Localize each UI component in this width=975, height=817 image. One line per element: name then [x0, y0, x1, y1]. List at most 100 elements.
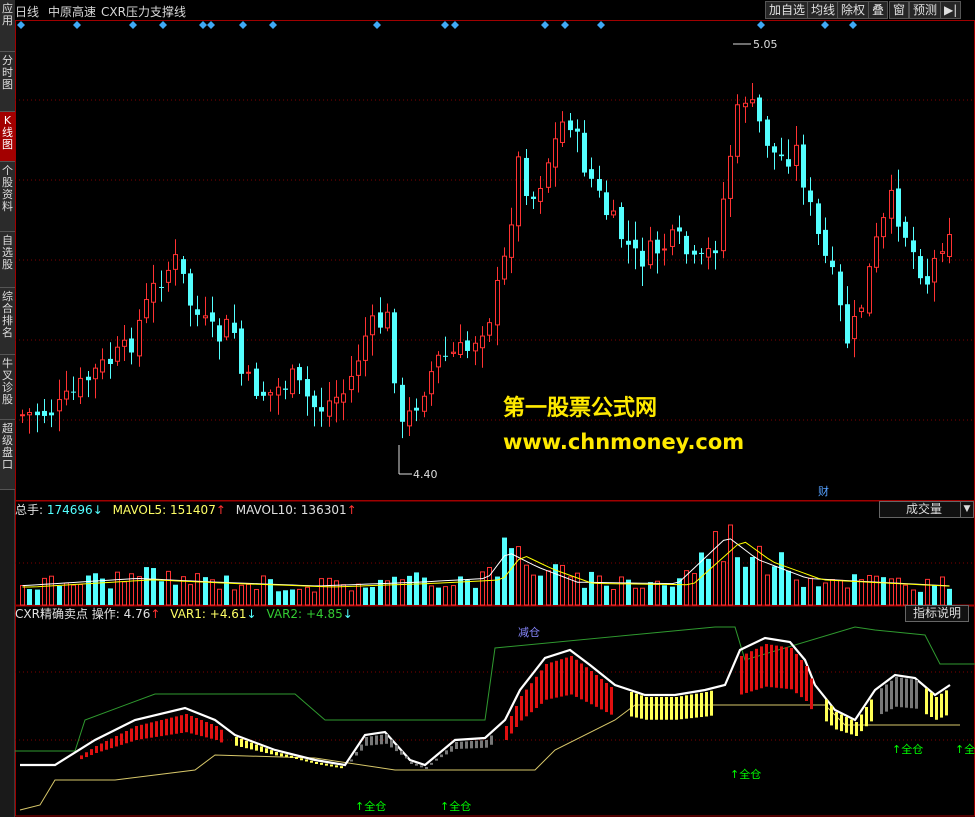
indicator-histogram-bar [330, 764, 333, 767]
indicator-histogram-bar [835, 712, 838, 730]
volume-bar [713, 531, 718, 606]
alert-button[interactable]: 预测 [909, 1, 942, 19]
volume-bar [859, 579, 864, 606]
info-mine-icon[interactable] [17, 21, 25, 29]
side-tab-6[interactable]: 牛叉诊股 [0, 355, 15, 420]
side-tab-3[interactable]: 个股资料 [0, 162, 15, 232]
info-mine-icon[interactable] [129, 21, 137, 29]
volume-bar [429, 585, 434, 606]
info-mine-icon[interactable] [541, 21, 549, 29]
info-mine-icon[interactable] [239, 21, 247, 29]
ma-lines-button[interactable]: 均线 [807, 1, 840, 19]
indicator-histogram-bar [940, 693, 943, 718]
indicator-histogram-bar [840, 714, 843, 732]
indicator-histogram-bar [410, 762, 413, 764]
candle-body [604, 192, 609, 216]
info-mine-icon[interactable] [561, 21, 569, 29]
indicator-help-label: 指标说明 [912, 606, 961, 620]
ex-rights-button[interactable]: 除权 [837, 1, 870, 19]
indicator-histogram-bar [630, 692, 633, 717]
candle-body [531, 196, 536, 199]
overlay-button[interactable]: 叠 [868, 1, 889, 19]
candle-body [305, 379, 310, 397]
indicator-histogram-bar [390, 739, 393, 748]
info-mine-icon[interactable] [73, 21, 81, 29]
volume-bar [911, 589, 916, 606]
volume-selector-dropdown-icon[interactable]: ▼ [960, 501, 974, 518]
volume-bar [305, 586, 310, 606]
indicator-histogram-bar [245, 740, 248, 749]
signal-full-label: ↑全仓 [440, 799, 471, 813]
candle-body [619, 206, 624, 240]
info-mine-icon[interactable] [821, 21, 829, 29]
indicator-histogram-bar [355, 752, 358, 756]
side-tab-5[interactable]: 综合排名 [0, 288, 15, 355]
info-mine-icon[interactable] [757, 21, 765, 29]
candle-body [640, 250, 645, 267]
indicator-histogram-bar [700, 692, 703, 718]
indicator-histogram-bar [300, 758, 303, 761]
period-label[interactable]: 日线 [15, 3, 39, 20]
window-button[interactable]: 窗 [889, 1, 910, 19]
add-watchlist-button[interactable]: 加自选 [765, 1, 810, 19]
candle-body [283, 388, 288, 390]
indicator-help-button[interactable]: 指标说明 [905, 605, 969, 622]
volume-bar [838, 579, 843, 606]
mavol10-value: 136301 [300, 503, 347, 517]
indicator-histogram-bar [200, 720, 203, 737]
info-mine-icon[interactable] [207, 21, 215, 29]
volume-bar [268, 579, 273, 605]
signal-reduce-label: 减仓 [518, 625, 540, 639]
var1-arrow: ↓ [246, 607, 257, 621]
candle-body [538, 187, 543, 202]
info-mine-icon[interactable] [199, 21, 207, 29]
volume-bar [772, 566, 777, 605]
indicator-histogram-bar [575, 659, 578, 697]
info-mine-icon[interactable] [451, 21, 459, 29]
side-tab-0[interactable]: 应用 [0, 0, 15, 52]
indicator-histogram-bar [170, 717, 173, 735]
candle-body [889, 189, 894, 219]
candle-body [261, 391, 266, 396]
side-tab-4[interactable]: 自选股 [0, 232, 15, 288]
volume-selector[interactable]: 成交量 [879, 501, 969, 518]
candle-body [122, 339, 127, 347]
candle-body [254, 368, 259, 396]
indicator-histogram-bar [645, 697, 648, 720]
volume-bar [144, 567, 149, 605]
volume-bar [867, 574, 872, 606]
candle-body [239, 328, 244, 374]
finance-flag[interactable]: 财 [818, 484, 829, 498]
indicator-name[interactable]: CXR精确卖点 [15, 607, 88, 621]
indicator-title[interactable]: CXR压力支撑线 [101, 3, 186, 20]
side-tab-1[interactable]: 分时图 [0, 52, 15, 112]
volume-bar [932, 585, 937, 605]
side-tab-2[interactable]: K线图 [0, 112, 15, 162]
indicator-histogram-bar [685, 695, 688, 719]
candle-body [765, 119, 770, 146]
volume-bar [568, 576, 573, 606]
info-mine-icon[interactable] [269, 21, 277, 29]
candle-body [838, 271, 843, 306]
info-mine-icon[interactable] [597, 21, 605, 29]
candle-body [297, 367, 302, 381]
candle-body [356, 360, 361, 376]
indicator-histogram-bar [80, 755, 83, 760]
var2-label: VAR2: [266, 607, 303, 621]
indicator-histogram-bar [770, 644, 773, 688]
indicator-histogram-bar [830, 705, 833, 726]
info-mine-icon[interactable] [373, 21, 381, 29]
side-tab-7[interactable]: 超级盘口 [0, 420, 15, 490]
candle-body [49, 412, 54, 416]
info-mine-icon[interactable] [849, 21, 857, 29]
candle-body [71, 391, 76, 393]
chart-area[interactable]: 5.05 4.40 财减仓 ↑全仓 ↑全仓 ↑全仓 ↑全仓 ↑全仓 [15, 20, 975, 817]
indicator-histogram-bar [90, 749, 93, 756]
volume-bar [42, 577, 47, 606]
volume-bar [918, 591, 923, 605]
candle-body [779, 154, 784, 157]
info-mine-icon[interactable] [159, 21, 167, 29]
candle-body [728, 155, 733, 199]
side-toggle-button[interactable]: ▶| [940, 1, 962, 19]
info-mine-icon[interactable] [441, 21, 449, 29]
